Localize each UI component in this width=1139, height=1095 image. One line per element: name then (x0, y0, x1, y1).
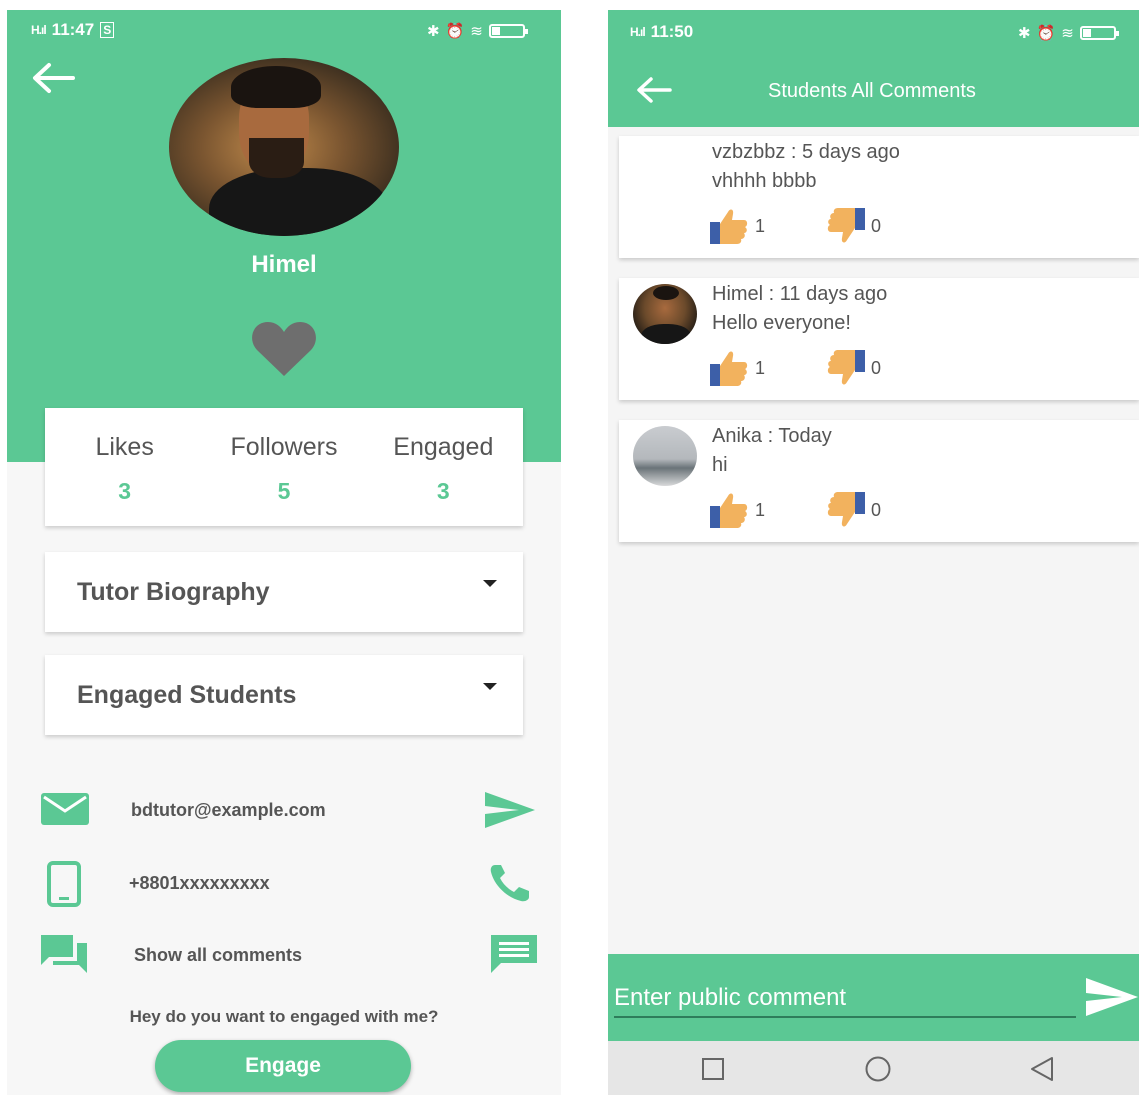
profile-name: Himel (251, 251, 317, 278)
heart-like-icon[interactable] (251, 320, 317, 378)
dislike-count: 0 (871, 216, 882, 236)
call-icon[interactable] (489, 863, 533, 903)
comment-input[interactable] (614, 984, 1076, 1018)
thumbs-up-icon[interactable] (710, 348, 748, 388)
like-count: 1 (755, 500, 766, 520)
avatar (633, 426, 697, 486)
thumbs-up-icon[interactable] (710, 206, 748, 246)
tutor-profile-screen: H.ıl 11:47 S ✱ ⏰ ≋ Himel Likes 3 Followe… (7, 10, 561, 1095)
nav-back-icon[interactable] (1030, 1056, 1054, 1082)
stat-followers-label: Followers (230, 433, 338, 461)
comment-card: Anika : Today hi 1 0 (619, 420, 1139, 542)
avatar (633, 284, 697, 344)
back-arrow-icon[interactable] (31, 62, 75, 94)
wifi-icon: ≋ (470, 23, 483, 40)
dislike-count: 0 (871, 500, 882, 520)
comment-icon[interactable] (491, 933, 539, 973)
stat-engaged-value: 3 (436, 478, 450, 504)
like-count: 1 (755, 358, 766, 378)
comment-text: hi (712, 454, 728, 476)
send-comment-icon[interactable] (1086, 978, 1138, 1016)
comments-row: Show all comments (7, 925, 561, 985)
status-bar-left: H.ıl 11:47 S (31, 20, 115, 40)
email-text: bdtutor@example.com (131, 800, 326, 820)
comment-text: vhhhh bbbb (712, 170, 817, 192)
comment-card: Himel : 11 days ago Hello everyone! 1 0 (619, 278, 1139, 400)
comment-header: Himel : 11 days ago (712, 283, 888, 305)
stat-engaged: Engaged 3 (364, 408, 523, 526)
tutor-biography-label: Tutor Biography (77, 578, 270, 606)
status-bar-right: H.ıl 11:50 (630, 22, 693, 42)
wifi-icon: ≋ (1061, 25, 1074, 42)
comment-header: Anika : Today (712, 425, 832, 447)
alarm-icon: ⏰ (1036, 25, 1056, 42)
stat-likes-label: Likes (95, 433, 154, 461)
bluetooth-icon: ✱ (1018, 25, 1031, 42)
battery-icon (488, 24, 528, 38)
battery-icon (1079, 26, 1119, 40)
engage-button[interactable]: Engage (155, 1040, 411, 1092)
comment-card: vzbzbbz : 5 days ago vhhhh bbbb 1 0 (619, 136, 1139, 258)
thumbs-down-icon[interactable] (827, 206, 865, 246)
phone-row: +8801xxxxxxxxx (7, 853, 561, 913)
email-icon (41, 793, 89, 825)
dropdown-arrow-icon (483, 683, 497, 690)
screenshot-icon: S (100, 22, 115, 38)
stat-followers-value: 5 (277, 478, 291, 504)
status-icons: ✱ ⏰ ≋ (1018, 24, 1119, 42)
android-nav-bar (608, 1041, 1139, 1095)
page-title: Students All Comments (768, 80, 976, 102)
dislike-count: 0 (871, 358, 882, 378)
dropdown-arrow-icon (483, 580, 497, 587)
email-row: bdtutor@example.com (7, 780, 561, 840)
alarm-icon: ⏰ (445, 23, 465, 40)
send-email-icon[interactable] (485, 792, 535, 828)
status-time: 11:47 (51, 20, 95, 39)
profile-avatar (169, 58, 399, 236)
forum-icon (41, 935, 87, 973)
tutor-biography-dropdown[interactable]: Tutor Biography (45, 552, 523, 632)
recent-apps-icon[interactable] (702, 1058, 724, 1080)
thumbs-down-icon[interactable] (827, 348, 865, 388)
engage-question: Hey do you want to engaged with me? (129, 1007, 439, 1026)
show-comments-text[interactable]: Show all comments (134, 945, 302, 966)
comment-header: vzbzbbz : 5 days ago (712, 141, 900, 163)
bluetooth-icon: ✱ (427, 23, 440, 40)
status-icons: ✱ ⏰ ≋ (427, 22, 528, 40)
signal-icon: H.ıl (630, 25, 646, 39)
phone-device-icon (47, 861, 81, 907)
stat-likes-value: 3 (118, 478, 132, 504)
stat-engaged-label: Engaged (393, 433, 494, 461)
phone-text: +8801xxxxxxxxx (129, 873, 270, 893)
stat-followers: Followers 5 (204, 408, 363, 526)
comments-screen: H.ıl 11:50 ✱ ⏰ ≋ Students All Comments v… (608, 10, 1139, 1095)
comment-text: Hello everyone! (712, 312, 851, 334)
stats-card: Likes 3 Followers 5 Engaged 3 (45, 408, 523, 526)
status-time: 11:50 (650, 22, 694, 41)
thumbs-down-icon[interactable] (827, 490, 865, 530)
comment-composer (608, 954, 1139, 1041)
signal-icon: H.ıl (31, 23, 47, 37)
stat-likes: Likes 3 (45, 408, 204, 526)
engaged-students-dropdown[interactable]: Engaged Students (45, 655, 523, 735)
engaged-students-label: Engaged Students (77, 681, 297, 709)
back-arrow-icon[interactable] (636, 76, 672, 104)
thumbs-up-icon[interactable] (710, 490, 748, 530)
home-icon[interactable] (865, 1056, 891, 1082)
comments-header: H.ıl 11:50 ✱ ⏰ ≋ Students All Comments (608, 10, 1139, 127)
like-count: 1 (755, 216, 766, 236)
